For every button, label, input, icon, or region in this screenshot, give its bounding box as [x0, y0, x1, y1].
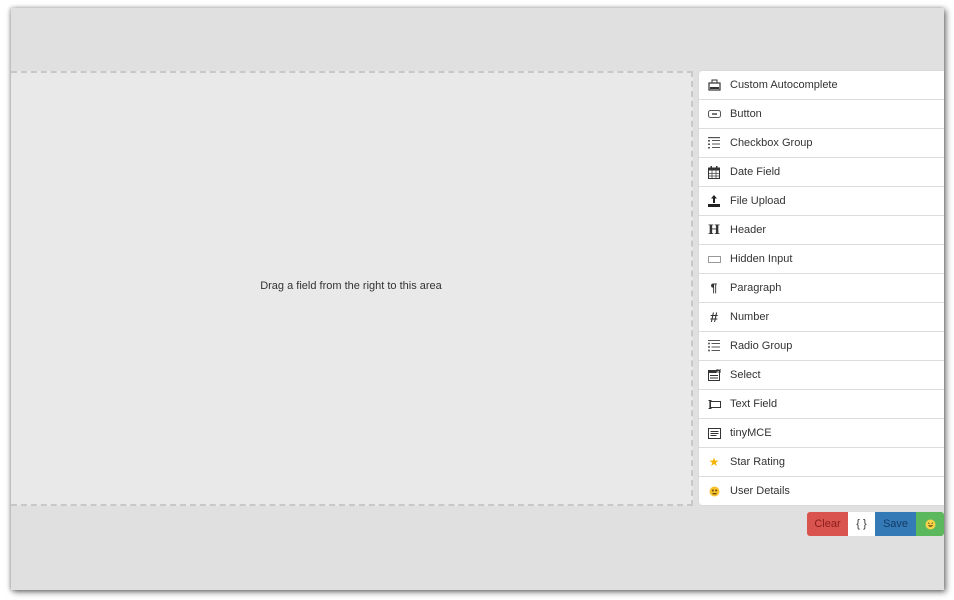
control-star-rating[interactable]: ★ Star Rating [699, 448, 944, 477]
control-label: Date Field [730, 166, 781, 178]
view-data-button[interactable]: { } [848, 512, 875, 536]
control-label: Checkbox Group [730, 137, 813, 149]
save-button[interactable]: Save [875, 512, 916, 536]
calendar-icon [707, 165, 721, 179]
control-hidden-input[interactable]: Hidden Input [699, 245, 944, 274]
star-icon: ★ [708, 455, 720, 469]
emoji-button[interactable] [916, 512, 944, 536]
control-label: Select [730, 369, 761, 381]
control-label: Paragraph [730, 282, 782, 294]
control-number[interactable]: # Number [699, 303, 944, 332]
button-icon [707, 110, 721, 118]
control-paragraph[interactable]: ¶ Paragraph [699, 274, 944, 303]
autocomplete-icon [707, 79, 721, 91]
radio-group-icon [707, 340, 721, 352]
textarea-icon [707, 427, 721, 439]
control-label: Header [730, 224, 767, 236]
control-file-upload[interactable]: File Upload [699, 187, 944, 216]
text-field-icon [707, 399, 721, 409]
control-text-field[interactable]: Text Field [699, 390, 944, 419]
control-label: Star Rating [730, 456, 786, 468]
control-label: Button [730, 108, 762, 120]
control-radio-group[interactable]: Radio Group [699, 332, 944, 361]
form-actions: Clear { } Save [807, 512, 944, 536]
stage-hint: Drag a field from the right to this area [260, 280, 442, 292]
control-select[interactable]: Select [699, 361, 944, 390]
control-label: Radio Group [730, 340, 793, 352]
control-header[interactable]: H Header [699, 216, 944, 245]
form-stage-dropzone[interactable]: Drag a field from the right to this area [11, 71, 693, 506]
control-label: Hidden Input [730, 253, 793, 265]
control-label: File Upload [730, 195, 786, 207]
control-tinymce[interactable]: tinyMCE [699, 419, 944, 448]
checkbox-group-icon [707, 137, 721, 149]
smiley-icon [925, 519, 935, 529]
control-label: Custom Autocomplete [730, 79, 838, 91]
control-date-field[interactable]: Date Field [699, 158, 944, 187]
control-user-details[interactable]: User Details [699, 477, 944, 505]
header-icon: H [707, 222, 721, 238]
upload-icon [707, 195, 721, 207]
user-details-icon [707, 486, 721, 497]
select-icon [707, 369, 721, 381]
control-label: Number [730, 311, 770, 323]
control-label: tinyMCE [730, 427, 772, 439]
paragraph-icon: ¶ [710, 281, 718, 295]
control-button[interactable]: Button [699, 100, 944, 129]
field-controls-panel: Custom Autocomplete Button Checkbox Grou… [699, 71, 944, 505]
hidden-input-icon [707, 255, 721, 263]
control-label: User Details [730, 485, 790, 497]
clear-button[interactable]: Clear [807, 512, 848, 536]
form-builder-window: Drag a field from the right to this area… [11, 8, 944, 590]
control-label: Text Field [730, 398, 778, 410]
control-custom-autocomplete[interactable]: Custom Autocomplete [699, 71, 944, 100]
control-checkbox-group[interactable]: Checkbox Group [699, 129, 944, 158]
number-icon: # [710, 309, 718, 325]
